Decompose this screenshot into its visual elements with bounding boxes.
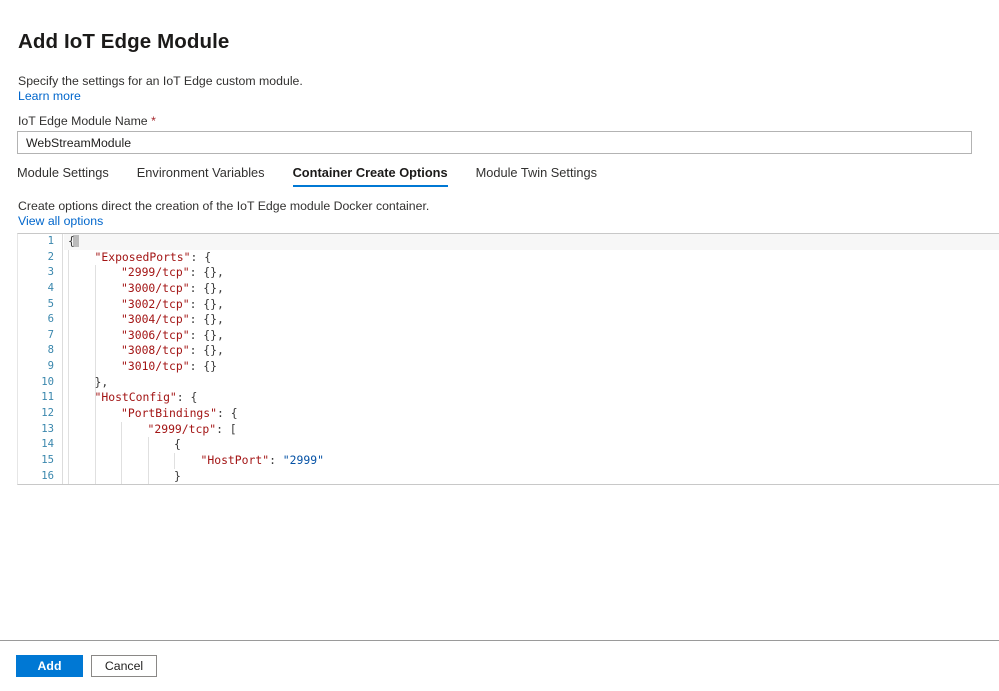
footer-bar: Add Cancel [0, 641, 999, 691]
code-token-key: "3000/tcp" [121, 280, 190, 295]
code-line: "3010/tcp": {} [64, 359, 999, 375]
cancel-button[interactable]: Cancel [91, 655, 157, 677]
code-line: "3008/tcp": {}, [64, 343, 999, 359]
required-marker: * [151, 114, 156, 128]
learn-more-link[interactable]: Learn more [18, 89, 81, 103]
code-token-key: "3010/tcp" [121, 359, 190, 374]
code-token-key: "3008/tcp" [121, 343, 190, 358]
code-token-punct: : [269, 452, 283, 467]
editor-code-area[interactable]: {"ExposedPorts": {"2999/tcp": {}, "3000/t… [64, 234, 999, 484]
module-name-label-text: IoT Edge Module Name [18, 114, 148, 128]
code-line: "3002/tcp": {}, [64, 297, 999, 313]
module-name-label: IoT Edge Module Name * [18, 114, 156, 128]
add-button[interactable]: Add [16, 655, 83, 677]
tab-module-settings[interactable]: Module Settings [17, 165, 109, 187]
line-number: 7 [47, 328, 54, 341]
line-number: 12 [41, 407, 54, 420]
code-token-punct: : {} [189, 359, 218, 374]
tab-module-twin-settings[interactable]: Module Twin Settings [476, 165, 597, 187]
code-token-punct: : {}, [189, 265, 224, 280]
line-number: 8 [47, 344, 54, 357]
code-token-punct: : { [176, 390, 198, 405]
code-line: "3000/tcp": {}, [64, 281, 999, 297]
line-number: 6 [47, 313, 54, 326]
line-number: 3 [47, 266, 54, 279]
code-token-key: "HostPort" [200, 452, 270, 467]
tab-bar: Module Settings Environment Variables Cont… [17, 165, 625, 191]
code-token-key: "HostConfig" [94, 390, 177, 405]
add-iot-edge-module-dialog: Add IoT Edge Module Specify the settings… [0, 0, 999, 691]
view-all-options-link[interactable]: View all options [18, 214, 103, 228]
line-number: 5 [47, 297, 54, 310]
code-token-key: "3002/tcp" [121, 296, 190, 311]
code-line: "PortBindings": { [64, 406, 999, 422]
code-token-punct: : {}, [189, 312, 224, 327]
line-number: 13 [41, 422, 54, 435]
code-line: "2999/tcp": [ [64, 422, 999, 438]
code-token-key: "3006/tcp" [121, 327, 190, 342]
code-token-punct: : {}, [189, 280, 224, 295]
code-line: } [64, 468, 999, 484]
code-line: "HostConfig": { [64, 390, 999, 406]
dialog-description: Specify the settings for an IoT Edge cus… [18, 74, 303, 88]
line-number: 9 [47, 360, 54, 373]
code-token-punct: { [174, 437, 181, 452]
line-number: 10 [41, 375, 54, 388]
code-token-str: "2999" [282, 452, 324, 467]
code-line: }, [64, 375, 999, 391]
line-number: 14 [41, 438, 54, 451]
page-title: Add IoT Edge Module [18, 30, 230, 53]
code-token-punct: }, [94, 374, 109, 389]
code-line: "ExposedPorts": { [64, 250, 999, 266]
tab-container-create-options[interactable]: Container Create Options [292, 165, 448, 187]
code-line: { [64, 437, 999, 453]
code-token-punct: : {}, [189, 296, 224, 311]
code-line: "3006/tcp": {}, [64, 328, 999, 344]
code-token-key: "PortBindings" [121, 406, 218, 421]
container-create-options-editor[interactable]: 1 2 3 4 5 6 7 8 9 10 11 12 13 14 15 16 {"ExposedPorts":… [17, 233, 999, 485]
line-number: 11 [41, 391, 54, 404]
code-token-key: "3004/tcp" [121, 312, 190, 327]
code-token-punct: : [ [216, 421, 237, 436]
line-number: 4 [47, 281, 54, 294]
tab-environment-variables[interactable]: Environment Variables [137, 165, 265, 187]
line-number: 15 [41, 453, 54, 466]
code-token-key: "2999/tcp" [147, 421, 217, 436]
text-cursor [73, 235, 79, 247]
code-token-punct: : { [190, 249, 212, 264]
module-name-input[interactable] [17, 131, 972, 154]
line-number: 1 [47, 235, 54, 247]
editor-gutter: 1 2 3 4 5 6 7 8 9 10 11 12 13 14 15 16 [18, 234, 63, 484]
create-options-description: Create options direct the creation of th… [18, 199, 430, 213]
code-token-punct: : {}, [189, 343, 224, 358]
code-token-punct: : {}, [189, 327, 224, 342]
code-token-key: "2999/tcp" [121, 265, 190, 280]
line-number: 16 [41, 469, 54, 482]
line-number: 2 [47, 250, 54, 263]
code-token-punct: : { [217, 406, 238, 421]
code-line: "2999/tcp": {}, [64, 265, 999, 281]
code-line: { [64, 234, 999, 250]
code-token-key: "ExposedPorts" [94, 249, 191, 264]
code-line: "HostPort": "2999" [64, 453, 999, 469]
code-token-punct: } [174, 468, 181, 483]
code-line: "3004/tcp": {}, [64, 312, 999, 328]
